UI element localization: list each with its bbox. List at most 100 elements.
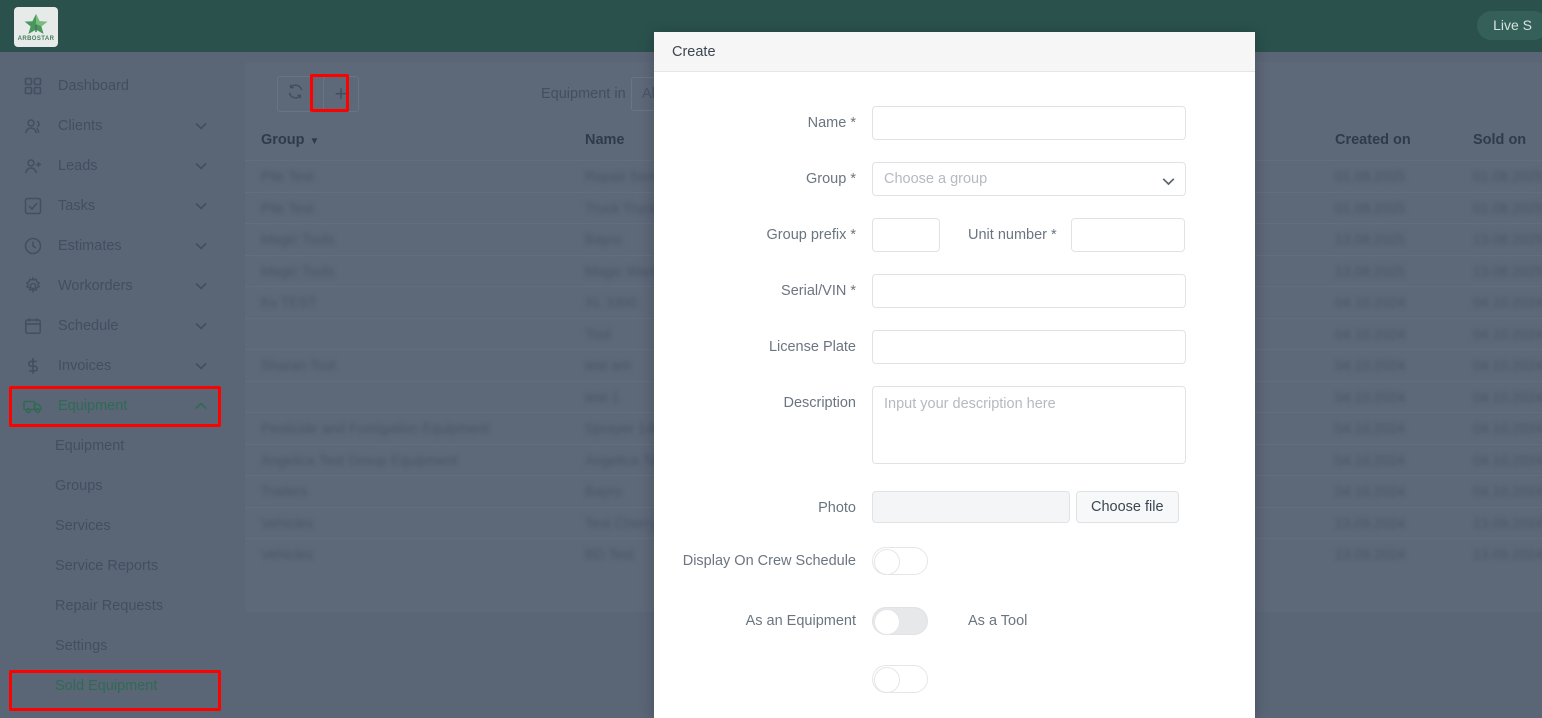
refresh-button[interactable] (277, 76, 313, 112)
cell-name: Test Cherry (585, 514, 657, 531)
field-row-display-on-crew-schedule: Display On Crew Schedule (654, 547, 1255, 575)
users-icon (22, 115, 44, 137)
create-equipment-modal: Create Name * Group * Choose a group Gro… (654, 32, 1255, 718)
modal-form: Name * Group * Choose a group Group pref… (654, 72, 1255, 693)
field-row-group-prefix-unit: Group prefix * Unit number * (654, 218, 1255, 252)
cell-group: Magic Tools (261, 231, 335, 247)
app-logo[interactable]: ARBOSTAR (14, 7, 58, 47)
sidebar-item-workorders[interactable]: Workorders (0, 266, 230, 306)
column-header-created-on[interactable]: Created on (1335, 132, 1411, 148)
label-group: Group * (806, 171, 856, 187)
sidebar-subitem-sold-equipment[interactable]: Sold Equipment (0, 666, 230, 706)
column-header-name[interactable]: Name (585, 132, 625, 148)
chevron-down-icon (194, 279, 208, 293)
cell-created-on: 04.10.2024 (1335, 388, 1406, 405)
user-plus-icon (22, 155, 44, 177)
partially-visible-toggle[interactable] (872, 665, 928, 693)
cell-created-on: 04.10.2024 (1335, 357, 1406, 373)
live-support-button[interactable]: Live S (1477, 11, 1542, 40)
chevron-down-icon (194, 159, 208, 173)
equipment-in-label: Equipment in (541, 86, 626, 102)
field-row-description: Description (654, 386, 1255, 469)
display-on-crew-schedule-toggle[interactable] (872, 547, 928, 575)
photo-filename-field[interactable] (872, 491, 1070, 523)
label-license-plate: License Plate (768, 339, 856, 355)
chevron-down-icon (194, 319, 208, 333)
plus-icon: + (334, 81, 348, 106)
cell-created-on: 04.10.2024 (1335, 451, 1406, 468)
cell-group: Sharan Tool (261, 357, 336, 373)
field-row-group: Group * Choose a group (654, 162, 1255, 196)
cell-sold-on: 13.09.2024 (1473, 514, 1542, 531)
sidebar-item-invoices[interactable]: Invoices (0, 346, 230, 386)
label-display-on-crew-schedule: Display On Crew Schedule (682, 553, 856, 569)
sidebar-subitem-equipment[interactable]: Equipment (0, 426, 230, 466)
sidebar-item-equipment[interactable]: Equipment (0, 386, 230, 426)
license-plate-input[interactable] (872, 330, 1186, 364)
label-unit-number: Unit number * (968, 227, 1057, 243)
star-leaf-icon (24, 13, 48, 34)
unit-number-input[interactable] (1070, 218, 1185, 252)
sidebar-item-label: Workorders (58, 278, 133, 294)
grid-icon (22, 75, 44, 97)
sidebar-subitem-services[interactable]: Services (0, 506, 230, 546)
sidebar-subitem-label: Groups (55, 478, 103, 494)
sidebar: Dashboard Clients Leads Tasks Estimates … (0, 52, 230, 718)
sidebar-item-clients[interactable]: Clients (0, 106, 230, 146)
cell-name: Bayro (585, 483, 622, 499)
cell-created-on: 04.10.2024 (1335, 420, 1406, 436)
column-header-sold-on[interactable]: Sold on (1473, 132, 1526, 148)
sidebar-item-estimates[interactable]: Estimates (0, 226, 230, 266)
cell-sold-on: 13.09.2024 (1473, 546, 1542, 562)
cell-sold-on: 04.10.2024 (1473, 388, 1542, 405)
sidebar-subitem-groups[interactable]: Groups (0, 466, 230, 506)
cell-created-on: 13.08.2025 (1335, 231, 1406, 247)
sidebar-subitem-service-reports[interactable]: Service Reports (0, 546, 230, 586)
cell-sold-on: 04.10.2024 (1473, 483, 1542, 499)
column-header-group[interactable]: Group ▼ (261, 132, 319, 148)
group-prefix-input[interactable] (872, 218, 940, 252)
cell-sold-on: 04.10.2024 (1473, 325, 1542, 342)
sidebar-item-label: Equipment (58, 398, 128, 414)
group-select[interactable]: Choose a group (872, 162, 1186, 196)
sidebar-subitem-label: Repair Requests (55, 598, 163, 614)
sidebar-item-schedule[interactable]: Schedule (0, 306, 230, 346)
cell-group: Pile Test (261, 168, 314, 184)
name-input[interactable] (872, 106, 1186, 140)
cell-created-on: 13.09.2024 (1335, 546, 1406, 562)
sidebar-subitem-repair-requests[interactable]: Repair Requests (0, 586, 230, 626)
choose-file-button[interactable]: Choose file (1076, 491, 1179, 523)
cell-sold-on: 04.10.2024 (1473, 357, 1542, 373)
refresh-icon (287, 83, 304, 105)
chevron-down-icon (194, 359, 208, 373)
cell-sold-on: 13.08.2025 (1473, 262, 1542, 279)
toggle-knob (874, 549, 900, 575)
cell-group: Angelica Test Group Equipment (261, 451, 458, 468)
sidebar-subitem-settings[interactable]: Settings (0, 626, 230, 666)
cell-group: Vehicles (261, 514, 314, 531)
cell-sold-on: 13.08.2025 (1473, 231, 1542, 247)
cell-group: Kv TEST (261, 294, 317, 310)
description-textarea[interactable] (872, 386, 1186, 464)
toggle-knob (874, 609, 900, 635)
label-group-prefix: Group prefix * (766, 227, 856, 243)
cell-group: Pesticide and Fumigation Equipment (261, 420, 490, 436)
calendar-icon (22, 315, 44, 337)
dollar-icon (22, 355, 44, 377)
sidebar-item-label: Invoices (58, 358, 112, 374)
field-row-partially-visible (654, 665, 1255, 693)
label-photo: Photo (818, 500, 856, 516)
cell-group: Trailers (261, 483, 308, 499)
serial-vin-input[interactable] (872, 274, 1186, 308)
field-row-name: Name * (654, 106, 1255, 140)
truck-icon (22, 395, 44, 417)
cell-group: Pile Test (261, 199, 314, 216)
add-equipment-button[interactable]: + (323, 76, 359, 112)
sidebar-item-label: Clients (58, 118, 103, 134)
as-an-equipment-toggle[interactable] (872, 607, 928, 635)
sidebar-item-dashboard[interactable]: Dashboard (0, 66, 230, 106)
sidebar-item-leads[interactable]: Leads (0, 146, 230, 186)
sidebar-item-tasks[interactable]: Tasks (0, 186, 230, 226)
label-as-a-tool: As a Tool (968, 613, 1028, 629)
toggle-knob (874, 667, 900, 693)
